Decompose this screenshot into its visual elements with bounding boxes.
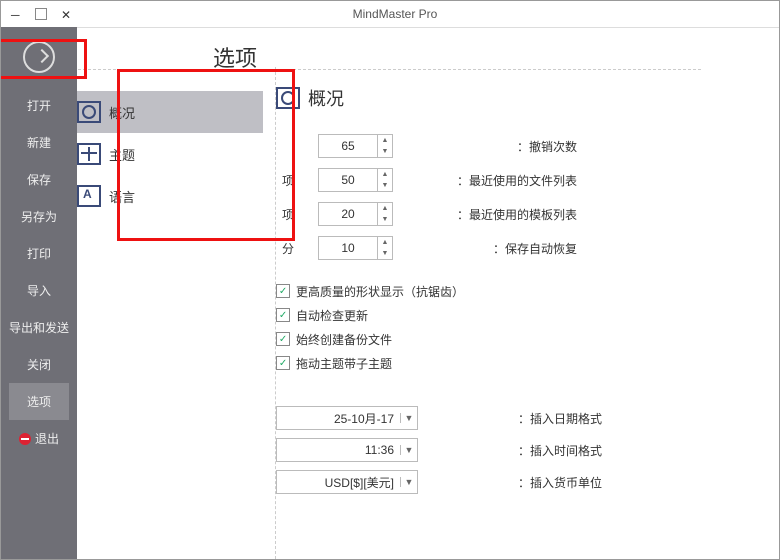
checkbox-3[interactable]: ✓ [276, 356, 290, 370]
titlebar: ─ ✕ MindMaster Pro [1, 1, 779, 28]
checkbox-row-1[interactable]: 自动检查更新✓ [276, 303, 761, 327]
content-pane: 概况 撤销次数：65▲▼ 最近使用的文件列表：50▲▼项最近使用的模板列表：20▲… [275, 67, 779, 559]
spinner-row-1: 最近使用的文件列表：50▲▼项 [276, 165, 761, 195]
nav-item-5[interactable]: 导入 [9, 272, 69, 309]
spinner-row-2: 最近使用的模板列表：20▲▼项 [276, 199, 761, 229]
spinner-3[interactable]: 10▲▼ [318, 236, 393, 260]
checkbox-row-3[interactable]: 拖动主题带子主题✓ [276, 351, 761, 375]
nav-item-3[interactable]: 另存为 [9, 198, 69, 235]
select-row-1: 插入时间格式：11:36▼ [276, 435, 761, 465]
spinner-row-3: 保存自动恢复：10▲▼分 [276, 233, 761, 263]
nav-item-7[interactable]: 关闭 [9, 346, 69, 383]
option-icon-0 [77, 101, 101, 123]
select-row-0: 插入日期格式：25-10月-17▼ [276, 403, 761, 433]
chevron-down-icon: ▼ [400, 413, 417, 423]
spinner-2[interactable]: 20▲▼ [318, 202, 393, 226]
checkbox-2[interactable]: ✓ [276, 332, 290, 346]
nav-item-6[interactable]: 导出和发送 [9, 309, 69, 346]
options-sidebar: 选项 概况主题语言 [77, 27, 275, 559]
option-1[interactable]: 主题 [77, 133, 257, 175]
spinner-row-0: 撤销次数：65▲▼ [276, 131, 761, 161]
nav-item-9[interactable]: 退出 [9, 420, 69, 457]
chevron-down-icon: ▼ [400, 477, 417, 487]
nav-item-0[interactable]: 打开 [9, 87, 69, 124]
left-nav: 打开新建保存另存为打印导入导出和发送关闭选项退出 [1, 27, 77, 559]
back-icon[interactable] [23, 41, 55, 73]
nav-item-1[interactable]: 新建 [9, 124, 69, 161]
gear-icon [276, 87, 300, 109]
nav-item-2[interactable]: 保存 [9, 161, 69, 198]
window-title: MindMaster Pro [71, 7, 719, 21]
close-icon[interactable]: ✕ [61, 8, 71, 18]
exit-icon [19, 433, 31, 445]
checkbox-row-0[interactable]: 更高质量的形状显示（抗锯齿）✓ [276, 279, 761, 303]
option-icon-2 [77, 185, 101, 207]
nav-item-4[interactable]: 打印 [9, 235, 69, 272]
spinner-1[interactable]: 50▲▼ [318, 168, 393, 192]
checkbox-row-2[interactable]: 始终创建备份文件✓ [276, 327, 761, 351]
select-row-2: 插入货币单位：USD[$][美元]▼ [276, 467, 761, 497]
checkbox-1[interactable]: ✓ [276, 308, 290, 322]
section-title: 概况 [276, 85, 761, 111]
select-0[interactable]: 25-10月-17▼ [276, 406, 418, 430]
option-0[interactable]: 概况 [77, 91, 263, 133]
checkbox-0[interactable]: ✓ [276, 284, 290, 298]
select-2[interactable]: USD[$][美元]▼ [276, 470, 418, 494]
option-2[interactable]: 语言 [77, 175, 257, 217]
select-1[interactable]: 11:36▼ [276, 438, 418, 462]
page-title: 选项 [77, 41, 257, 73]
option-icon-1 [77, 143, 101, 165]
app-window: ─ ✕ MindMaster Pro 登录 打开新建保存另存为打印导入导出和发送… [0, 0, 780, 560]
max-icon[interactable] [35, 8, 47, 20]
spinner-0[interactable]: 65▲▼ [318, 134, 393, 158]
chevron-down-icon: ▼ [400, 445, 417, 455]
min-icon[interactable]: ─ [11, 8, 21, 18]
nav-item-8[interactable]: 选项 [9, 383, 69, 420]
